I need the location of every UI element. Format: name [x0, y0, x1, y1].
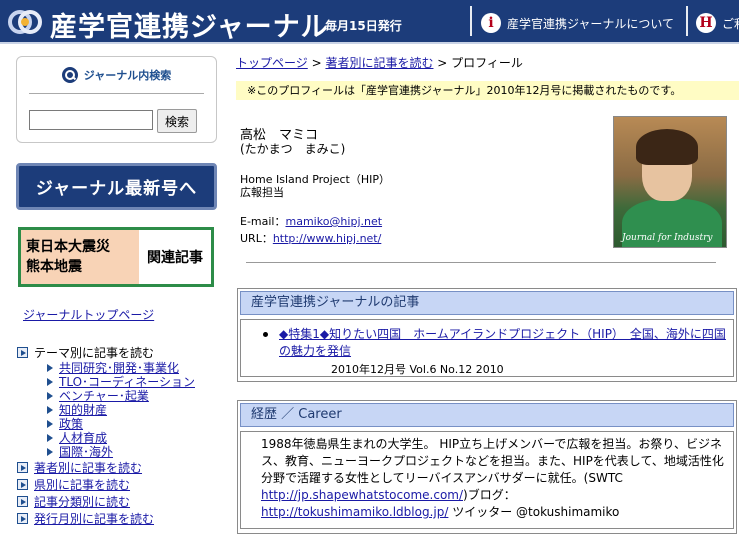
author-nav-link[interactable]: 著者別に記事を読む [34, 459, 142, 476]
breadcrumb-separator: > [433, 56, 452, 70]
arrow-box-icon [17, 479, 28, 490]
header-divider [686, 6, 688, 36]
nav-prefecture: 県別に記事を読む [17, 476, 227, 493]
profile-role: 広報担当 [240, 186, 284, 199]
swtc-link[interactable]: http://jp.shapewhatstocome.com/ [261, 488, 463, 502]
photo-hair [636, 129, 698, 165]
theme-item: 国際･海外 [47, 445, 227, 459]
month-nav-link[interactable]: 発行月別に記事を読む [34, 510, 154, 527]
search-input[interactable] [29, 110, 153, 130]
triangle-icon [47, 434, 53, 442]
triangle-icon [47, 378, 53, 386]
career-text: 1988年徳島県生まれの大学生。 HIP立ち上げメンバーで広報を担当。お祭り、ビ… [240, 431, 734, 529]
disaster-banner-inner: 東日本大震災 熊本地震 関連記事 [21, 230, 211, 284]
profile-kana: (たかまつ まみこ) [240, 142, 346, 156]
career-panel-heading: 経歴 ／ Career [240, 403, 734, 427]
career-text-3: ツイッター @tokushimamiko [448, 505, 620, 519]
nav-theme-label: テーマ別に記事を読む [34, 346, 155, 360]
career-text-2: )ブログ： [463, 488, 516, 502]
disaster-line-1: 東日本大震災 [26, 239, 110, 255]
theme-item: TLO･コーディネーション [47, 375, 227, 389]
career-panel: 経歴 ／ Career 1988年徳島県生まれの大学生。 HIP立ち上げメンバー… [237, 400, 737, 534]
triangle-icon [47, 392, 53, 400]
triangle-icon [47, 420, 53, 428]
nav-theme-heading: テーマ別に記事を読む [17, 344, 227, 361]
prefecture-nav-link[interactable]: 県別に記事を読む [34, 476, 130, 493]
profile-photo: Journal for Industry [613, 116, 727, 248]
breadcrumb-home[interactable]: トップページ [236, 56, 308, 70]
search-divider [29, 93, 204, 94]
about-journal-link[interactable]: i 産学官連携ジャーナルについて [481, 11, 674, 35]
category-nav-link[interactable]: 記事分類別に読む [34, 493, 130, 510]
articles-panel-body: ◆特集1◆知りたい四国 ホームアイランドプロジェクト（HIP） 全国、海外に四国… [240, 319, 734, 377]
breadcrumb-author[interactable]: 著者別に記事を読む [325, 56, 433, 70]
site-title[interactable]: 産学官連携ジャーナル [50, 5, 329, 44]
theme-link[interactable]: 政策 [59, 417, 83, 431]
theme-link[interactable]: 国際･海外 [59, 445, 113, 459]
arrow-box-icon [17, 462, 28, 473]
triangle-icon [47, 364, 53, 372]
theme-item: 共同研究･開発･事業化 [47, 361, 227, 375]
help-icon: H [696, 13, 716, 33]
nav-author: 著者別に記事を読む [17, 459, 227, 476]
email-label: E-mail： [240, 215, 286, 228]
theme-link[interactable]: TLO･コーディネーション [59, 375, 195, 389]
triangle-icon [47, 448, 53, 456]
breadcrumb-separator: > [307, 56, 326, 70]
articles-panel-heading: 産学官連携ジャーナルの記事 [240, 291, 734, 315]
about-journal-label: 産学官連携ジャーナルについて [507, 16, 675, 31]
theme-item: 政策 [47, 417, 227, 431]
disaster-related-banner[interactable]: 東日本大震災 熊本地震 関連記事 [18, 227, 214, 287]
related-articles-label: 関連記事 [147, 250, 203, 266]
issue-note: 毎月15日発行 [325, 19, 402, 33]
article-meta: 2010年12月号 Vol.6 No.12 2010 [331, 363, 504, 376]
arrow-box-icon [17, 347, 28, 358]
theme-link[interactable]: ベンチャー･起業 [59, 389, 149, 403]
breadcrumb-current: プロフィール [451, 56, 523, 70]
disaster-names: 東日本大震災 熊本地震 [21, 230, 139, 284]
theme-link[interactable]: 知的財産 [59, 403, 107, 417]
career-text-1: 1988年徳島県生まれの大学生。 HIP立ち上げメンバーで広報を担当。お祭り、ビ… [261, 437, 724, 485]
articles-panel: 産学官連携ジャーナルの記事 ◆特集1◆知りたい四国 ホームアイランドプロジェクト… [237, 288, 737, 382]
blog-link[interactable]: http://tokushimamiko.ldblog.jp/ [261, 505, 448, 519]
theme-list: 共同研究･開発･事業化 TLO･コーディネーション ベンチャー･起業 知的財産 … [47, 361, 227, 459]
journal-top-link[interactable]: ジャーナルトップページ [23, 306, 154, 323]
website-link[interactable]: http://www.hipj.net/ [273, 232, 382, 245]
search-title-label: ジャーナル内検索 [83, 69, 172, 82]
profile-notice: ※このプロフィールは「産学官連携ジャーナル」2010年12月号に掲載されたもので… [236, 81, 739, 100]
profile-email-row: E-mail：mamiko@hipj.net [240, 213, 382, 229]
article-link[interactable]: ◆特集1◆知りたい四国 ホームアイランドプロジェクト（HIP） 全国、海外に四国… [279, 326, 729, 360]
theme-item: ベンチャー･起業 [47, 389, 227, 403]
profile-divider [246, 262, 716, 263]
info-icon: i [481, 13, 501, 33]
help-label: ご利 [722, 16, 739, 31]
search-button[interactable]: 検索 [157, 109, 197, 133]
journal-search-box: ジャーナル内検索 検索 [16, 56, 217, 143]
sidebar-nav: テーマ別に記事を読む 共同研究･開発･事業化 TLO･コーディネーション ベンチ… [17, 344, 227, 527]
theme-item: 人材育成 [47, 431, 227, 445]
theme-link[interactable]: 共同研究･開発･事業化 [59, 361, 179, 375]
email-link[interactable]: mamiko@hipj.net [286, 215, 383, 228]
logo-icon [8, 10, 42, 34]
site-header: 産学官連携ジャーナル 毎月15日発行 i 産学官連携ジャーナルについて H ご利 [0, 0, 739, 44]
photo-watermark: Journal for Industry [622, 233, 713, 243]
nav-category: 記事分類別に読む [17, 493, 227, 510]
list-bullet-icon [263, 332, 268, 337]
latest-issue-banner[interactable]: ジャーナル最新号へ [16, 163, 217, 210]
breadcrumb: トップページ > 著者別に記事を読む > プロフィール [236, 54, 523, 71]
arrow-box-icon [17, 496, 28, 507]
triangle-icon [47, 406, 53, 414]
search-title: ジャーナル内検索 [17, 67, 216, 83]
nav-month: 発行月別に記事を読む [17, 510, 227, 527]
arrow-box-icon [17, 513, 28, 524]
theme-link[interactable]: 人材育成 [59, 431, 107, 445]
theme-item: 知的財産 [47, 403, 227, 417]
profile-url-row: URL：http://www.hipj.net/ [240, 230, 381, 246]
help-link[interactable]: H ご利 [696, 11, 739, 35]
disaster-line-2: 熊本地震 [26, 259, 82, 275]
header-divider [470, 6, 472, 36]
url-label: URL： [240, 232, 273, 245]
search-icon [61, 67, 78, 83]
